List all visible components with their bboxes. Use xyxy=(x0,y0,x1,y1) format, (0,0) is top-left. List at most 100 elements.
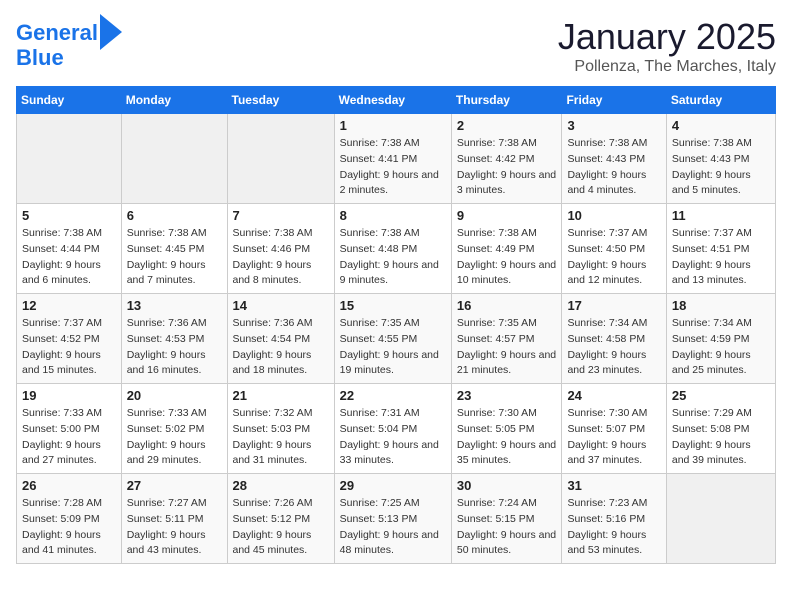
day-info: Sunrise: 7:38 AM Sunset: 4:43 PM Dayligh… xyxy=(672,136,770,199)
day-cell: 23 Sunrise: 7:30 AM Sunset: 5:05 PM Dayli… xyxy=(451,384,562,474)
week-row-1: 1Sunrise: 7:38 AM Sunset: 4:41 PM Daylig… xyxy=(17,114,776,204)
day-info: Sunrise: 7:38 AM Sunset: 4:49 PM Dayligh… xyxy=(457,226,557,289)
day-cell: 31Sunrise: 7:23 AM Sunset: 5:16 PM Dayli… xyxy=(562,474,666,564)
day-number: 5 xyxy=(22,208,116,223)
day-number: 29 xyxy=(340,478,446,493)
day-info: Sunrise: 7:35 AM Sunset: 4:57 PM Dayligh… xyxy=(457,316,557,379)
day-info: Sunrise: 7:24 AM Sunset: 5:15 PM Dayligh… xyxy=(457,496,557,559)
logo-general: General xyxy=(16,20,98,45)
day-cell: 10 Sunrise: 7:37 AM Sunset: 4:50 PM Dayli… xyxy=(562,204,666,294)
day-cell: 26 Sunrise: 7:28 AM Sunset: 5:09 PM Dayli… xyxy=(17,474,122,564)
day-info: Sunrise: 7:27 AM Sunset: 5:11 PM Dayligh… xyxy=(127,496,222,559)
day-number: 22 xyxy=(340,388,446,403)
day-cell: 7 Sunrise: 7:38 AM Sunset: 4:46 PM Daylig… xyxy=(227,204,334,294)
day-number: 25 xyxy=(672,388,770,403)
day-cell: 12 Sunrise: 7:37 AM Sunset: 4:52 PM Dayli… xyxy=(17,294,122,384)
day-info: Sunrise: 7:38 AM Sunset: 4:48 PM Dayligh… xyxy=(340,226,446,289)
day-cell: 22 Sunrise: 7:31 AM Sunset: 5:04 PM Dayli… xyxy=(334,384,451,474)
day-cell: 1Sunrise: 7:38 AM Sunset: 4:41 PM Daylig… xyxy=(334,114,451,204)
day-info: Sunrise: 7:38 AM Sunset: 4:46 PM Dayligh… xyxy=(233,226,329,289)
logo: General Blue xyxy=(16,16,122,70)
day-cell: 13Sunrise: 7:36 AM Sunset: 4:53 PM Dayli… xyxy=(121,294,227,384)
day-number: 31 xyxy=(567,478,660,493)
week-row-4: 19Sunrise: 7:33 AM Sunset: 5:00 PM Dayli… xyxy=(17,384,776,474)
day-number: 8 xyxy=(340,208,446,223)
day-info: Sunrise: 7:33 AM Sunset: 5:02 PM Dayligh… xyxy=(127,406,222,469)
day-cell: 15 Sunrise: 7:35 AM Sunset: 4:55 PM Dayli… xyxy=(334,294,451,384)
day-info: Sunrise: 7:34 AM Sunset: 4:58 PM Dayligh… xyxy=(567,316,660,379)
day-header-sunday: Sunday xyxy=(17,87,122,114)
day-cell xyxy=(227,114,334,204)
day-number: 4 xyxy=(672,118,770,133)
day-info: Sunrise: 7:35 AM Sunset: 4:55 PM Dayligh… xyxy=(340,316,446,379)
day-number: 10 xyxy=(567,208,660,223)
calendar-body: 1Sunrise: 7:38 AM Sunset: 4:41 PM Daylig… xyxy=(17,114,776,564)
week-row-5: 26 Sunrise: 7:28 AM Sunset: 5:09 PM Dayli… xyxy=(17,474,776,564)
day-cell: 21 Sunrise: 7:32 AM Sunset: 5:03 PM Dayli… xyxy=(227,384,334,474)
day-number: 15 xyxy=(340,298,446,313)
day-cell: 29 Sunrise: 7:25 AM Sunset: 5:13 PM Dayli… xyxy=(334,474,451,564)
day-info: Sunrise: 7:30 AM Sunset: 5:07 PM Dayligh… xyxy=(567,406,660,469)
day-cell: 24Sunrise: 7:30 AM Sunset: 5:07 PM Dayli… xyxy=(562,384,666,474)
day-header-thursday: Thursday xyxy=(451,87,562,114)
day-number: 23 xyxy=(457,388,557,403)
day-number: 18 xyxy=(672,298,770,313)
day-number: 28 xyxy=(233,478,329,493)
day-header-friday: Friday xyxy=(562,87,666,114)
day-header-monday: Monday xyxy=(121,87,227,114)
day-cell: 30Sunrise: 7:24 AM Sunset: 5:15 PM Dayli… xyxy=(451,474,562,564)
day-number: 17 xyxy=(567,298,660,313)
day-cell: 2Sunrise: 7:38 AM Sunset: 4:42 PM Daylig… xyxy=(451,114,562,204)
day-number: 6 xyxy=(127,208,222,223)
calendar-subtitle: Pollenza, The Marches, Italy xyxy=(558,58,776,76)
calendar-table: SundayMondayTuesdayWednesdayThursdayFrid… xyxy=(16,86,776,564)
day-info: Sunrise: 7:38 AM Sunset: 4:42 PM Dayligh… xyxy=(457,136,557,199)
day-number: 21 xyxy=(233,388,329,403)
logo-arrow-icon xyxy=(100,14,122,50)
day-cell: 28 Sunrise: 7:26 AM Sunset: 5:12 PM Dayli… xyxy=(227,474,334,564)
week-row-3: 12 Sunrise: 7:37 AM Sunset: 4:52 PM Dayli… xyxy=(17,294,776,384)
day-number: 27 xyxy=(127,478,222,493)
day-number: 14 xyxy=(233,298,329,313)
day-info: Sunrise: 7:38 AM Sunset: 4:45 PM Dayligh… xyxy=(127,226,222,289)
day-info: Sunrise: 7:37 AM Sunset: 4:52 PM Dayligh… xyxy=(22,316,116,379)
day-info: Sunrise: 7:37 AM Sunset: 4:50 PM Dayligh… xyxy=(567,226,660,289)
day-info: Sunrise: 7:32 AM Sunset: 5:03 PM Dayligh… xyxy=(233,406,329,469)
day-number: 11 xyxy=(672,208,770,223)
day-info: Sunrise: 7:38 AM Sunset: 4:41 PM Dayligh… xyxy=(340,136,446,199)
day-number: 9 xyxy=(457,208,557,223)
day-number: 3 xyxy=(567,118,660,133)
day-cell: 11Sunrise: 7:37 AM Sunset: 4:51 PM Dayli… xyxy=(666,204,775,294)
day-info: Sunrise: 7:25 AM Sunset: 5:13 PM Dayligh… xyxy=(340,496,446,559)
day-info: Sunrise: 7:30 AM Sunset: 5:05 PM Dayligh… xyxy=(457,406,557,469)
day-number: 12 xyxy=(22,298,116,313)
header-row: SundayMondayTuesdayWednesdayThursdayFrid… xyxy=(17,87,776,114)
day-info: Sunrise: 7:36 AM Sunset: 4:54 PM Dayligh… xyxy=(233,316,329,379)
day-info: Sunrise: 7:38 AM Sunset: 4:43 PM Dayligh… xyxy=(567,136,660,199)
day-info: Sunrise: 7:34 AM Sunset: 4:59 PM Dayligh… xyxy=(672,316,770,379)
title-block: January 2025 Pollenza, The Marches, Ital… xyxy=(558,16,776,76)
day-info: Sunrise: 7:38 AM Sunset: 4:44 PM Dayligh… xyxy=(22,226,116,289)
day-header-tuesday: Tuesday xyxy=(227,87,334,114)
day-cell: 17 Sunrise: 7:34 AM Sunset: 4:58 PM Dayli… xyxy=(562,294,666,384)
day-cell xyxy=(17,114,122,204)
day-cell: 18 Sunrise: 7:34 AM Sunset: 4:59 PM Dayli… xyxy=(666,294,775,384)
day-info: Sunrise: 7:26 AM Sunset: 5:12 PM Dayligh… xyxy=(233,496,329,559)
day-info: Sunrise: 7:29 AM Sunset: 5:08 PM Dayligh… xyxy=(672,406,770,469)
calendar-title: January 2025 xyxy=(558,16,776,58)
week-row-2: 5 Sunrise: 7:38 AM Sunset: 4:44 PM Daylig… xyxy=(17,204,776,294)
day-info: Sunrise: 7:31 AM Sunset: 5:04 PM Dayligh… xyxy=(340,406,446,469)
day-info: Sunrise: 7:28 AM Sunset: 5:09 PM Dayligh… xyxy=(22,496,116,559)
day-cell: 14 Sunrise: 7:36 AM Sunset: 4:54 PM Dayli… xyxy=(227,294,334,384)
day-cell: 6 Sunrise: 7:38 AM Sunset: 4:45 PM Daylig… xyxy=(121,204,227,294)
day-info: Sunrise: 7:33 AM Sunset: 5:00 PM Dayligh… xyxy=(22,406,116,469)
day-header-saturday: Saturday xyxy=(666,87,775,114)
day-number: 7 xyxy=(233,208,329,223)
day-cell: 8 Sunrise: 7:38 AM Sunset: 4:48 PM Daylig… xyxy=(334,204,451,294)
day-cell: 20Sunrise: 7:33 AM Sunset: 5:02 PM Dayli… xyxy=(121,384,227,474)
day-cell xyxy=(121,114,227,204)
day-number: 16 xyxy=(457,298,557,313)
day-cell: 27 Sunrise: 7:27 AM Sunset: 5:11 PM Dayli… xyxy=(121,474,227,564)
day-number: 26 xyxy=(22,478,116,493)
day-header-wednesday: Wednesday xyxy=(334,87,451,114)
